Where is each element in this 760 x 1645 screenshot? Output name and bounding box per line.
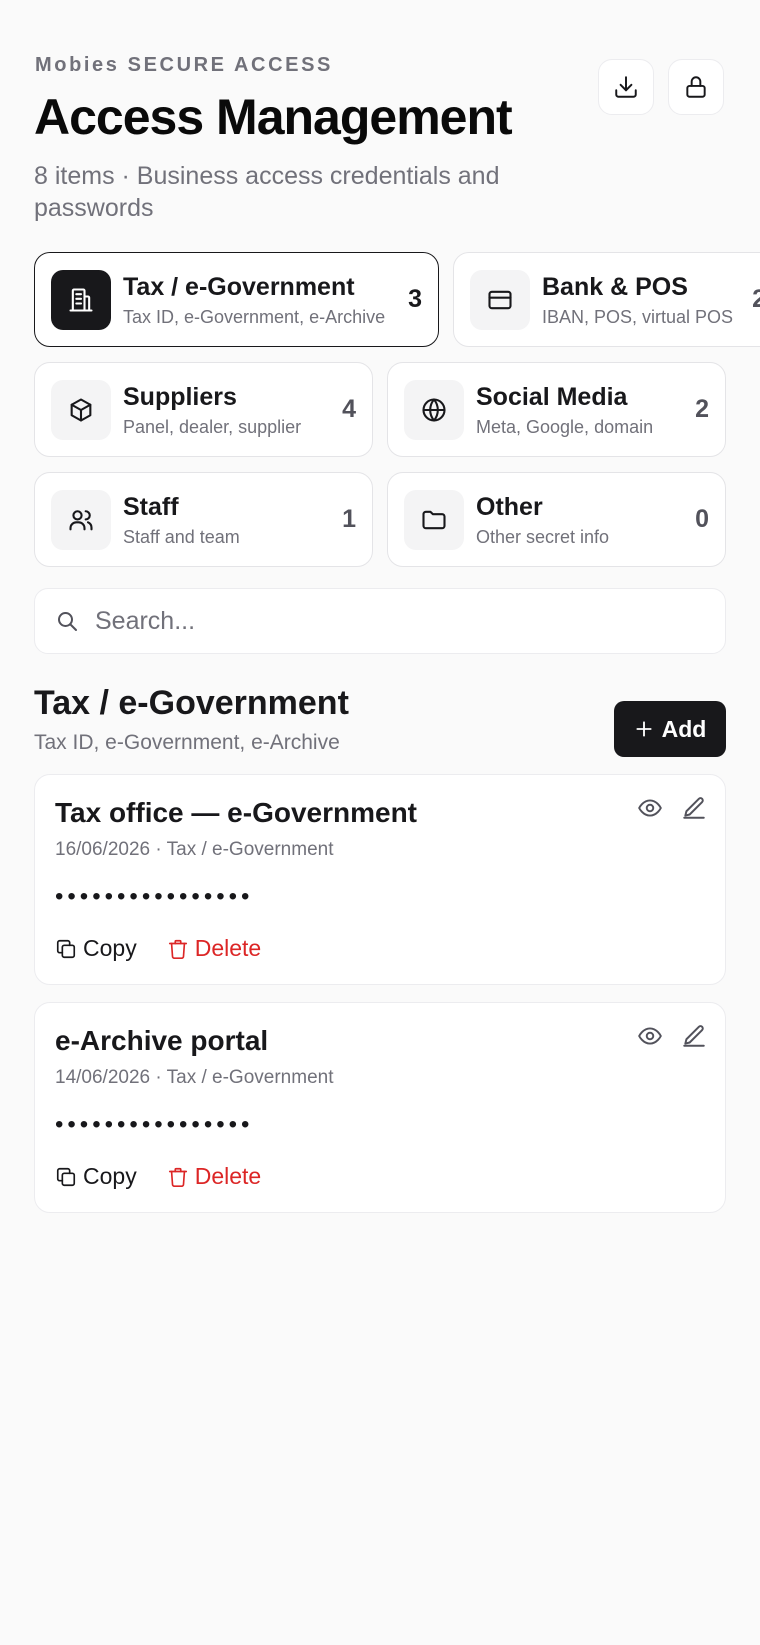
- category-icon-box: [404, 489, 464, 550]
- brand-label: Mobies SECURE ACCESS: [35, 54, 333, 76]
- category-other[interactable]: Other Other secret info 0: [387, 472, 726, 567]
- category-count: 2: [695, 395, 709, 423]
- reveal-button[interactable]: [637, 1023, 663, 1049]
- category-name: Tax / e-Government: [123, 272, 355, 301]
- category-count: 0: [695, 505, 709, 533]
- category-name: Other: [476, 492, 543, 521]
- category-desc: Meta, Google, domain: [476, 416, 654, 437]
- download-icon: [615, 76, 637, 98]
- category-icon-box: [51, 379, 111, 440]
- category-count: 3: [408, 285, 422, 313]
- building-icon: [69, 287, 93, 312]
- page-title: Access Management: [34, 89, 513, 145]
- eye-icon: [638, 799, 662, 817]
- category-desc: Panel, dealer, supplier: [123, 416, 302, 437]
- add-button-label: Add: [661, 715, 707, 742]
- category-name: Suppliers: [123, 382, 237, 411]
- pencil-icon: [683, 797, 705, 819]
- edit-button[interactable]: [681, 795, 707, 821]
- plus-icon: [636, 721, 652, 737]
- delete-button[interactable]: Delete: [167, 935, 261, 962]
- reveal-button[interactable]: [637, 795, 663, 821]
- lock-button[interactable]: [668, 59, 724, 115]
- category-social-media[interactable]: Social Media Meta, Google, domain 2: [387, 362, 726, 457]
- category-name: Bank & POS: [542, 272, 688, 301]
- lock-icon: [686, 76, 706, 98]
- delete-label: Delete: [194, 935, 262, 961]
- copy-label: Copy: [83, 935, 137, 961]
- edit-button[interactable]: [681, 1023, 707, 1049]
- page-subtitle: 8 items · Business access credentials an…: [34, 162, 500, 222]
- category-name: Staff: [123, 492, 179, 521]
- export-button[interactable]: [598, 59, 654, 115]
- category-desc: Other secret info: [476, 526, 610, 547]
- delete-button[interactable]: Delete: [167, 1163, 261, 1190]
- credential-secret: ••••••••••••••••: [55, 883, 254, 910]
- credential-title: e-Archive portal: [55, 1025, 269, 1056]
- section-subtitle: Tax ID, e-Government, e-Archive: [34, 731, 340, 754]
- users-icon: [69, 509, 93, 530]
- package-icon: [70, 397, 92, 422]
- add-button[interactable]: Add: [614, 701, 726, 757]
- category-desc: IBAN, POS, virtual POS: [542, 306, 734, 327]
- category-name: Social Media: [476, 382, 628, 411]
- copy-button[interactable]: Copy: [55, 935, 137, 962]
- trash-icon: [168, 1167, 187, 1187]
- copy-icon: [56, 939, 76, 958]
- category-count: 4: [342, 395, 356, 423]
- category-count: 1: [342, 505, 356, 533]
- trash-icon: [168, 939, 187, 959]
- section-title: Tax / e-Government: [34, 684, 349, 722]
- credential-secret: ••••••••••••••••: [55, 1111, 254, 1138]
- copy-button[interactable]: Copy: [55, 1163, 137, 1190]
- category-staff[interactable]: Staff Staff and team 1: [34, 472, 373, 567]
- credential-title: Tax office — e-Government: [55, 797, 418, 828]
- category-icon-box: [51, 269, 111, 330]
- category-icon-box: [404, 379, 464, 440]
- credential-meta: 16/06/2026 · Tax / e-Government: [55, 839, 334, 860]
- folder-icon: [422, 510, 446, 529]
- category-count: 2: [752, 285, 760, 313]
- globe-icon: [422, 397, 446, 422]
- copy-label: Copy: [83, 1163, 137, 1189]
- credential-card: e-Archive portal 14/06/2026 · Tax / e-Go…: [34, 1002, 726, 1213]
- delete-label: Delete: [194, 1163, 262, 1189]
- eye-icon: [638, 1027, 662, 1045]
- category-icon-box: [470, 269, 530, 330]
- category-suppliers[interactable]: Suppliers Panel, dealer, supplier 4: [34, 362, 373, 457]
- pencil-icon: [683, 1025, 705, 1047]
- credit-card-icon: [488, 290, 512, 309]
- category-desc: Tax ID, e-Government, e-Archive: [123, 306, 386, 327]
- credential-meta: 14/06/2026 · Tax / e-Government: [55, 1067, 334, 1088]
- category-tax[interactable]: Tax / e-Government Tax ID, e-Government,…: [34, 252, 439, 347]
- search-icon: [58, 612, 77, 631]
- page: Mobies SECURE ACCESS Access Management 8…: [0, 0, 760, 1645]
- search-input[interactable]: [95, 606, 695, 636]
- category-icon-box: [51, 489, 111, 550]
- category-bank-pos[interactable]: Bank & POS IBAN, POS, virtual POS 2: [453, 252, 760, 347]
- search-bar: [34, 588, 726, 654]
- credential-card: Tax office — e-Government 16/06/2026 · T…: [34, 774, 726, 985]
- copy-icon: [56, 1167, 76, 1186]
- category-desc: Staff and team: [123, 526, 240, 547]
